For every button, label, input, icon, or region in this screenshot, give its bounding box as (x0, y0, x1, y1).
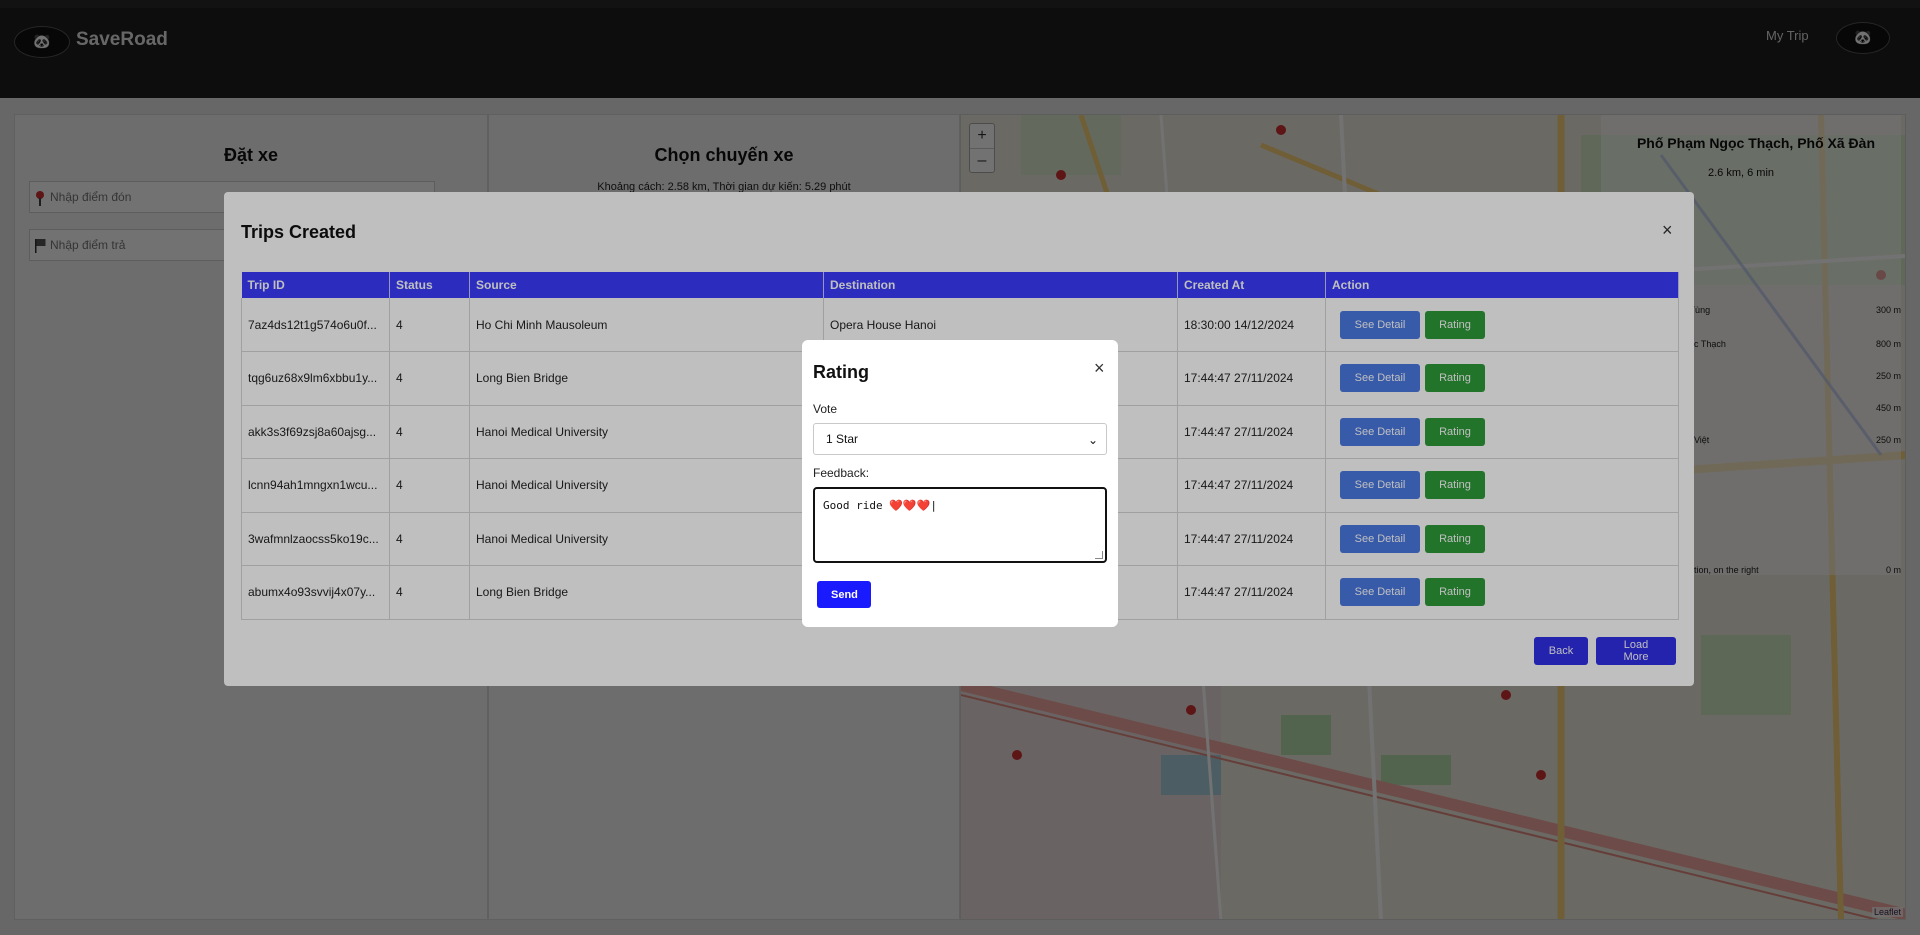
send-button[interactable]: Send (817, 581, 871, 608)
text-cursor: | (930, 499, 937, 512)
chevron-down-icon: ⌄ (1087, 433, 1098, 447)
vote-select[interactable]: 1 Star ⌄ (813, 423, 1107, 455)
rating-modal: Rating × Vote 1 Star ⌄ Feedback: Good ri… (802, 340, 1118, 627)
feedback-text: Good ride ❤️❤️❤️ (823, 499, 931, 512)
resize-handle-icon[interactable] (1095, 551, 1103, 559)
close-icon[interactable]: × (1094, 358, 1105, 379)
vote-label: Vote (813, 402, 838, 416)
rating-modal-title: Rating (813, 362, 869, 382)
feedback-textarea[interactable]: Good ride ❤️❤️❤️| (813, 487, 1107, 563)
vote-selected-value: 1 Star (826, 432, 859, 446)
feedback-label: Feedback: (813, 466, 870, 480)
